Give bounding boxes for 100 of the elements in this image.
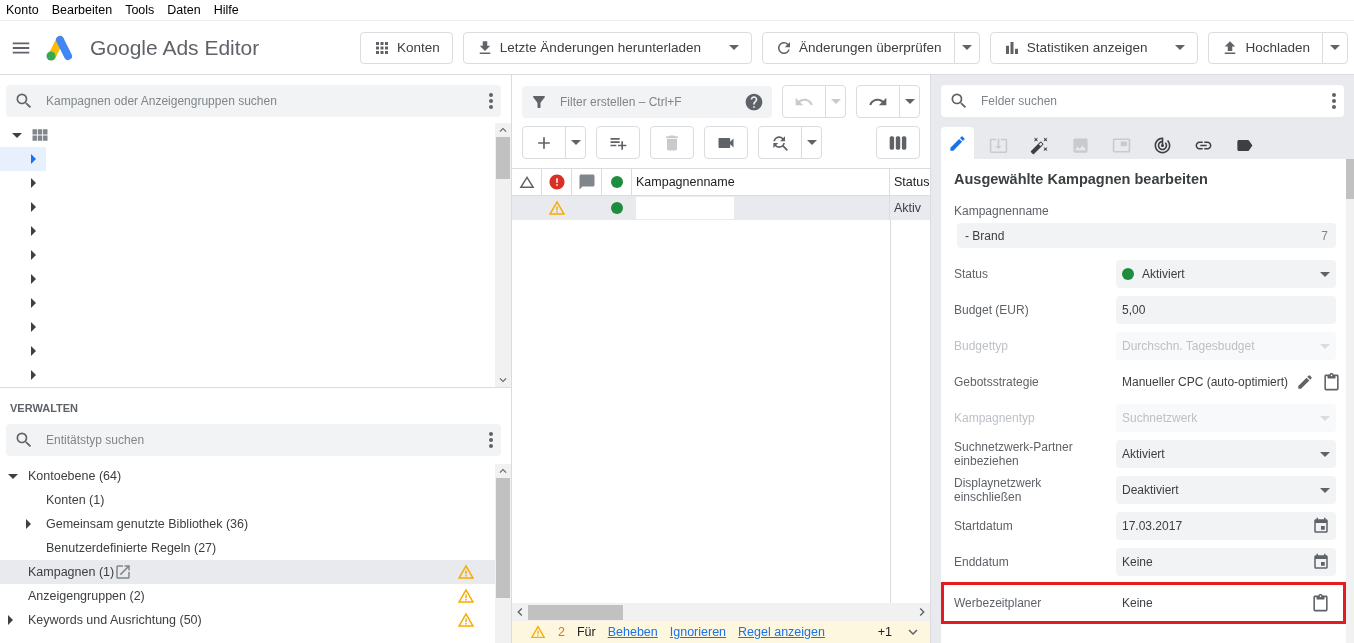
calendar-icon: [1312, 553, 1330, 571]
column-header[interactable]: Status: [890, 169, 930, 195]
budget-field[interactable]: 5,00: [1116, 296, 1336, 324]
pencil-tab[interactable]: [941, 127, 974, 159]
entity-row[interactable]: Kampagnen (1): [0, 560, 495, 584]
filter-field[interactable]: Filter erstellen – Ctrl+F: [558, 93, 734, 110]
entity-row[interactable]: Benutzerdefinierte Regeln (27): [0, 536, 495, 560]
date-field[interactable]: 17.03.2017: [1116, 512, 1336, 540]
error-icon: [547, 173, 566, 191]
campaign-search-field[interactable]: Kampagnen oder Anzeigengruppen suchen: [44, 93, 479, 109]
horizontal-scrollbar[interactable]: [512, 603, 930, 621]
entity-label: Kampagnen (1): [28, 565, 115, 579]
expand-caret-icon: [31, 370, 36, 380]
entity-label: Konten (1): [46, 493, 105, 507]
expand-caret-icon: [31, 322, 36, 332]
entity-row[interactable]: Kontoebene (64): [0, 464, 495, 488]
edit-button[interactable]: [1296, 373, 1315, 391]
more-count: +1: [877, 625, 892, 639]
toolbar-button[interactable]: Konten: [361, 32, 452, 63]
comment-icon: [577, 173, 596, 191]
clipboard-icon: [1322, 372, 1342, 392]
scrollbar-thumb[interactable]: [1346, 159, 1354, 199]
expand-caret-icon: [31, 202, 36, 212]
campaign-name-field[interactable]: - Brand 7: [957, 223, 1336, 248]
expand-caret-icon: [31, 250, 36, 260]
expand-caret-icon: [31, 274, 36, 284]
menu-item[interactable]: Hilfe: [213, 3, 239, 17]
field-search-field[interactable]: Felder suchen: [979, 93, 1322, 109]
caret-icon: [830, 99, 841, 104]
search-icon: [14, 91, 34, 111]
entity-label: Benutzerdefinierte Regeln (27): [46, 541, 217, 555]
field-label: Enddatum: [954, 555, 1010, 569]
search-bar[interactable]: Felder suchen: [941, 85, 1344, 117]
field-label: Budgettyp: [954, 339, 1010, 353]
paste-button[interactable]: [1322, 372, 1342, 392]
pencil-icon: [1296, 373, 1315, 391]
filter-bar[interactable]: Filter erstellen – Ctrl+F: [522, 85, 772, 118]
menu-item[interactable]: Tools: [125, 3, 155, 17]
caret-icon: [570, 140, 581, 145]
status-cell-text: Aktiv: [893, 200, 923, 217]
caret-icon: [729, 45, 739, 50]
date-field[interactable]: Keine: [1116, 548, 1336, 576]
field-label: Kampagnentyp: [954, 411, 1036, 425]
toolbar-button[interactable]: Letzte Änderungen herunterladen: [463, 32, 751, 63]
caret-icon: [1330, 45, 1340, 50]
scrollbar-thumb[interactable]: [496, 137, 510, 179]
caret-icon: [806, 140, 817, 145]
menu-item[interactable]: Konto: [6, 3, 39, 17]
dropdown-field[interactable]: Aktiviert: [1116, 440, 1336, 468]
calendar-icon: [1312, 517, 1330, 535]
issue-link[interactable]: Ignorieren: [669, 625, 727, 639]
issue-link[interactable]: Beheben: [607, 625, 658, 639]
search-icon: [14, 430, 34, 450]
dropdown-field[interactable]: Aktiviert: [1116, 260, 1336, 288]
field-label: Gebotsstrategie: [954, 375, 1040, 389]
paste-button[interactable]: [1311, 593, 1330, 613]
scrollbar[interactable]: [495, 123, 511, 387]
field-label: Suchnetzwerk-Partner einbeziehen: [954, 440, 1074, 468]
entity-label: Anzeigengruppen (2): [28, 589, 145, 603]
issue-text: Für: [576, 625, 596, 639]
expand-caret-icon: [31, 178, 36, 188]
caret-icon: [961, 45, 972, 50]
panel-title: Ausgewählte Kampagnen bearbeiten: [954, 171, 1209, 187]
field-label: Budget (EUR): [954, 303, 1030, 317]
toolbar-button[interactable]: Statistiken anzeigen: [990, 32, 1198, 63]
entity-row[interactable]: Anzeigengruppen (2): [0, 584, 495, 608]
menu-item[interactable]: Bearbeiten: [51, 3, 113, 17]
caret-icon: [1320, 343, 1330, 349]
scrollbar-thumb[interactable]: [496, 478, 510, 598]
caret-icon: [1320, 487, 1330, 493]
field-label: Startdatum: [954, 519, 1014, 533]
field-label: Displaynetzwerk einschließen: [954, 476, 1043, 504]
issue-count: 2: [558, 625, 565, 639]
help-icon: [744, 91, 764, 112]
entity-row[interactable]: Keywords und Ausrichtung (50): [0, 608, 495, 632]
issue-link[interactable]: Regel anzeigen: [738, 625, 825, 639]
search-bar[interactable]: Entitätstyp suchen: [6, 424, 501, 456]
field-value: Keine: [1122, 596, 1154, 610]
scrollbar[interactable]: [1346, 159, 1354, 643]
account-row[interactable]: [0, 147, 46, 171]
table-row[interactable]: Aktiv: [512, 196, 930, 220]
search-bar[interactable]: Kampagnen oder Anzeigengruppen suchen: [6, 85, 501, 117]
column-header[interactable]: Kampagnenname: [632, 169, 890, 195]
entity-row[interactable]: Konten (1): [0, 488, 495, 512]
expand-caret-icon: [31, 346, 36, 356]
menu-item[interactable]: Daten: [167, 3, 201, 17]
more-icon: [489, 432, 493, 448]
dropdown-field[interactable]: Deaktiviert: [1116, 476, 1336, 504]
scrollbar[interactable]: [495, 464, 511, 643]
search-icon: [949, 91, 969, 111]
app-title: Google Ads Editor: [90, 35, 260, 60]
entity-label: Kontoebene (64): [28, 469, 122, 483]
entity-label: Keywords und Ausrichtung (50): [28, 613, 202, 627]
field-label: Werbezeitplaner: [954, 596, 1043, 610]
caret-icon: [1320, 451, 1330, 457]
caret-icon: [1320, 271, 1330, 277]
entity-row[interactable]: Gemeinsam genutzte Bibliothek (36): [0, 512, 495, 536]
clipboard-icon: [1311, 593, 1330, 613]
entity-search-field[interactable]: Entitätstyp suchen: [44, 432, 479, 448]
scrollbar-thumb[interactable]: [528, 604, 623, 620]
